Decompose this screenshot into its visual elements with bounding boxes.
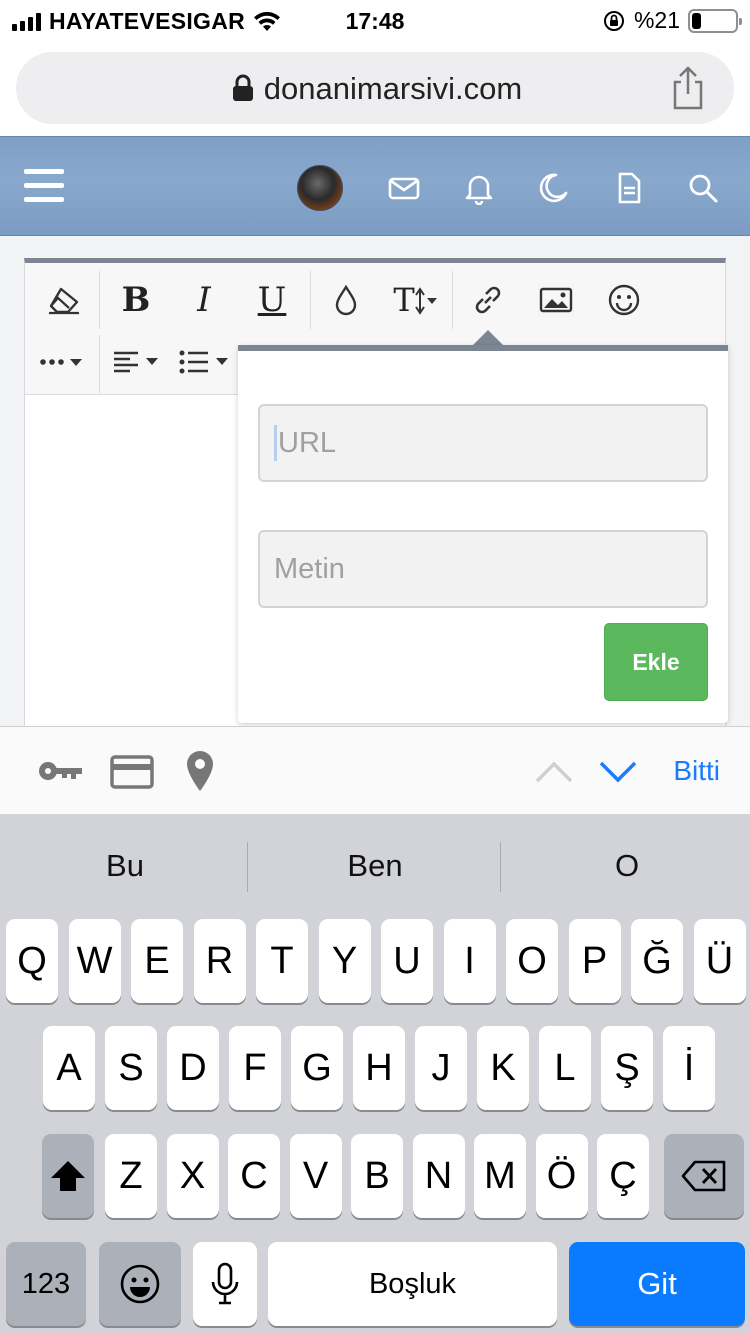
underline-button[interactable]: U [249,277,295,323]
key-a[interactable]: A [43,1026,95,1110]
status-bar: HAYATEVESIGAR 17:48 %21 [0,0,750,42]
key-i[interactable]: I [443,919,496,1003]
align-icon[interactable] [111,339,165,385]
key-z[interactable]: Z [105,1134,157,1218]
site-header [0,136,750,236]
emoji-icon[interactable] [601,277,647,323]
color-drop-icon[interactable] [323,277,369,323]
document-icon[interactable] [612,171,646,205]
key-n[interactable]: N [412,1134,465,1218]
key-y[interactable]: Y [318,919,371,1003]
key-v[interactable]: V [289,1134,342,1218]
key-j[interactable]: J [415,1026,467,1110]
key-ö[interactable]: Ö [535,1134,588,1218]
key-m[interactable]: M [474,1134,526,1218]
browser-address-area: donanimarsivi.com [0,42,750,136]
go-key[interactable]: Git [569,1242,745,1326]
key-h[interactable]: H [353,1026,405,1110]
key-g[interactable]: G [291,1026,343,1110]
key-k[interactable]: K [477,1026,529,1110]
emoji-key[interactable] [99,1242,181,1326]
key-q[interactable]: Q [6,919,58,1003]
key-t[interactable]: T [256,919,308,1003]
key-e[interactable]: E [131,919,183,1003]
more-options-icon[interactable] [37,339,91,385]
key-p[interactable]: P [568,919,621,1003]
key-ç[interactable]: Ç [597,1134,649,1218]
key-ğ[interactable]: Ğ [631,919,683,1003]
numbers-key[interactable]: 123 [6,1242,86,1326]
list-icon[interactable] [177,339,235,385]
keyboard-accessory-bar: Bitti [0,726,750,814]
url-field[interactable]: URL [258,404,708,482]
key-w[interactable]: W [68,919,121,1003]
key-s[interactable]: S [105,1026,157,1110]
previous-field-chevron-up-icon[interactable] [534,749,574,793]
mail-icon[interactable] [387,171,421,205]
popup-arrow [473,330,503,345]
battery-percent: %21 [633,7,680,33]
search-icon[interactable] [686,171,720,205]
predictive-bar: Bu Ben O [0,814,750,920]
insert-link-popup: URL Metin Ekle [238,345,728,723]
key-f[interactable]: F [229,1026,281,1110]
key-l[interactable]: L [539,1026,591,1110]
key-ş[interactable]: Ş [601,1026,653,1110]
suggestion-2[interactable]: Ben [250,848,500,884]
avatar[interactable] [297,165,343,211]
italic-button[interactable]: I [181,277,227,323]
font-size-icon[interactable]: T [387,277,445,323]
address-bar[interactable]: donanimarsivi.com [16,52,734,124]
bold-button[interactable]: B [113,277,159,323]
key-icon[interactable] [36,749,84,793]
key-x[interactable]: X [166,1134,219,1218]
key-ü[interactable]: Ü [693,919,746,1003]
key-r[interactable]: R [193,919,246,1003]
done-button[interactable]: Bitti [673,755,720,787]
moon-icon[interactable] [536,171,570,205]
key-b[interactable]: B [351,1134,403,1218]
suggestion-3[interactable]: O [502,848,750,884]
share-icon[interactable] [668,66,708,110]
keyboard: Bu Ben O QWERTYUIOPĞÜ ASDFGHJKLŞİ ZXCVBN… [0,814,750,1334]
link-icon[interactable] [465,277,511,323]
credit-card-icon[interactable] [110,749,154,793]
backspace-key[interactable] [664,1134,744,1218]
shift-key[interactable] [42,1134,94,1218]
orientation-lock-icon [603,10,624,31]
battery-icon [688,8,742,33]
location-pin-icon[interactable] [184,749,216,793]
bell-icon[interactable] [462,171,496,205]
url-text: donanimarsivi.com [263,71,523,106]
image-icon[interactable] [533,277,579,323]
key-o[interactable]: O [506,919,558,1003]
key-i̇[interactable]: İ [663,1026,715,1110]
microphone-key[interactable] [193,1242,257,1326]
menu-icon[interactable] [24,169,64,203]
add-link-button[interactable]: Ekle [604,623,708,701]
eraser-icon[interactable] [41,277,87,323]
key-u[interactable]: U [381,919,433,1003]
space-key[interactable]: Boşluk [268,1242,557,1326]
key-c[interactable]: C [228,1134,280,1218]
suggestion-1[interactable]: Bu [0,848,250,884]
next-field-chevron-down-icon[interactable] [598,749,638,793]
link-text-field[interactable]: Metin [258,530,708,608]
key-d[interactable]: D [167,1026,219,1110]
